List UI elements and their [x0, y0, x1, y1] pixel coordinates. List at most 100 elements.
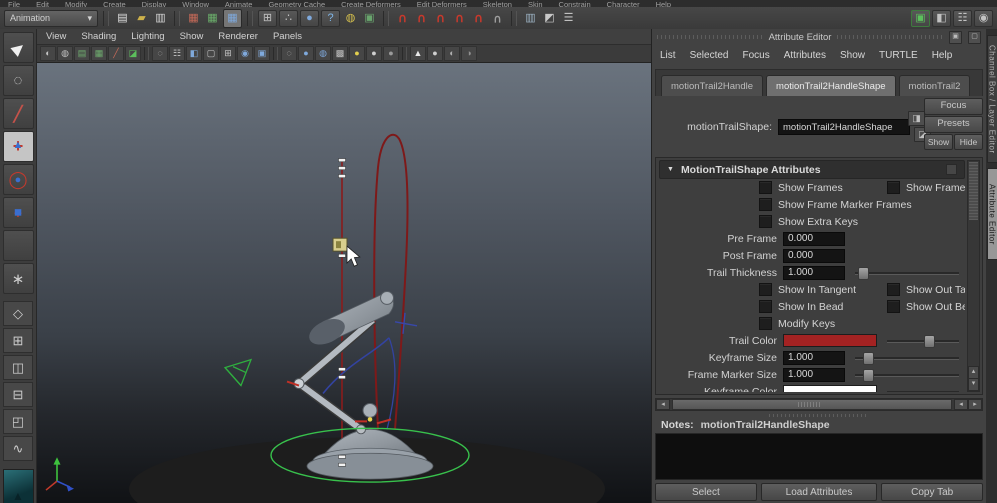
lasso-tool-button[interactable]: ◌: [3, 65, 34, 96]
selected-key-handle[interactable]: [333, 238, 347, 251]
vertical-scrollbar[interactable]: ▴ ▾: [967, 160, 980, 392]
section-handle-icon[interactable]: [946, 164, 957, 175]
ae-menu-list[interactable]: List: [660, 50, 676, 61]
copy-tab-button[interactable]: Copy Tab: [881, 483, 983, 501]
input-connections-icon[interactable]: ▥: [522, 10, 539, 27]
scroll-left-icon-2[interactable]: ◂: [954, 399, 968, 410]
pre-frame-input[interactable]: [783, 232, 845, 246]
show-manipulator-icon[interactable]: ▣: [911, 10, 930, 27]
select-button[interactable]: Select: [655, 483, 757, 501]
trail-color-swatch[interactable]: [783, 334, 877, 347]
menu-help[interactable]: Help: [656, 0, 671, 7]
soft-mod-tool-button[interactable]: ∗: [3, 263, 34, 294]
attribute-editor-titlebar[interactable]: Attribute Editor ▣ ▢: [652, 29, 986, 45]
show-frames-checkbox[interactable]: [759, 181, 772, 194]
layout-four-pane-button[interactable]: ⊞: [3, 328, 33, 353]
all-lights-icon[interactable]: ●: [349, 46, 365, 61]
layout-persp-outliner-button[interactable]: ◫: [3, 355, 33, 380]
resolution-gate-icon[interactable]: ☷: [169, 46, 185, 61]
select-hierarchy-icon[interactable]: ▦: [185, 10, 202, 27]
no-lights-icon[interactable]: ●: [383, 46, 399, 61]
layout-persp-graph-button[interactable]: ⊟: [3, 382, 33, 407]
layout-hypershade-button[interactable]: ◰: [3, 409, 33, 434]
layout-single-pane-button[interactable]: ◇: [3, 301, 33, 326]
show-out-tangent-checkbox[interactable]: [887, 283, 900, 296]
select-camera-icon[interactable]: ◐: [40, 46, 56, 61]
use-default-material-icon[interactable]: ▩: [332, 46, 348, 61]
bookmark-icon[interactable]: ▦: [91, 46, 107, 61]
lock-selection-icon[interactable]: ◍: [342, 10, 359, 27]
menu-skin[interactable]: Skin: [528, 0, 543, 7]
field-chart-icon[interactable]: ▢: [203, 46, 219, 61]
show-out-bead-checkbox[interactable]: [887, 300, 900, 313]
presets-button[interactable]: Presets: [924, 116, 983, 133]
keyframe-color-swatch[interactable]: [783, 385, 877, 392]
lock-camera-icon[interactable]: ◍: [57, 46, 73, 61]
menu-animate[interactable]: Animate: [225, 0, 253, 7]
textured-mode-icon[interactable]: ◍: [315, 46, 331, 61]
select-mask-hierarchy-icon[interactable]: ⊞: [258, 10, 277, 27]
trail-thickness-input[interactable]: [783, 266, 845, 280]
show-extra-keys-checkbox[interactable]: [759, 215, 772, 228]
render-thumbnail[interactable]: ▲: [3, 469, 34, 503]
keyframe-size-input[interactable]: [783, 351, 845, 365]
scroll-right-icon[interactable]: ▸: [968, 399, 982, 410]
select-tool-button[interactable]: ▶: [3, 32, 34, 63]
menu-display[interactable]: Display: [142, 0, 167, 7]
viewport-canvas[interactable]: [37, 63, 651, 503]
select-object-icon[interactable]: ▦: [204, 10, 221, 27]
menu-file[interactable]: File: [8, 0, 20, 7]
post-frame-input[interactable]: [783, 249, 845, 263]
ae-menu-focus[interactable]: Focus: [742, 50, 769, 61]
ae-menu-turtle[interactable]: TURTLE: [879, 50, 918, 61]
manipulator-center-dot[interactable]: [368, 417, 373, 422]
snap-to-point-icon[interactable]: ∪: [432, 10, 449, 27]
menu-geometry-cache[interactable]: Geometry Cache: [268, 0, 325, 7]
safe-title-icon[interactable]: ◉: [237, 46, 253, 61]
shaded-mode-icon[interactable]: ●: [298, 46, 314, 61]
menu-edit[interactable]: Edit: [36, 0, 49, 7]
menu-edit-deformers[interactable]: Edit Deformers: [417, 0, 467, 7]
hide-button[interactable]: Hide: [954, 134, 983, 150]
show-frame-numbers-checkbox[interactable]: [887, 181, 900, 194]
ae-menu-help[interactable]: Help: [932, 50, 953, 61]
menu-create-deformers[interactable]: Create Deformers: [341, 0, 401, 7]
select-mask-misc-icon[interactable]: ?: [321, 10, 340, 27]
joint-xray-icon[interactable]: ●: [427, 46, 443, 61]
menu-create[interactable]: Create: [103, 0, 126, 7]
vp-menu-shading[interactable]: Shading: [81, 31, 116, 42]
notes-drag-handle[interactable]: [769, 414, 869, 417]
show-button[interactable]: Show: [924, 134, 953, 150]
film-gate-icon[interactable]: ◌: [152, 46, 168, 61]
render-view-icon[interactable]: ◩: [541, 10, 558, 27]
safe-action-icon[interactable]: ⊞: [220, 46, 236, 61]
select-mask-points-icon[interactable]: ∴: [279, 10, 298, 27]
menu-skeleton[interactable]: Skeleton: [483, 0, 512, 7]
image-plane-icon[interactable]: ◪: [125, 46, 141, 61]
safe-display-icon[interactable]: ▣: [254, 46, 270, 61]
load-attributes-button[interactable]: Load Attributes: [761, 483, 878, 501]
modify-keys-checkbox[interactable]: [759, 317, 772, 330]
shape-name-input[interactable]: [778, 119, 910, 135]
show-in-tangent-checkbox[interactable]: [759, 283, 772, 296]
grease-pencil-icon[interactable]: ╱: [108, 46, 124, 61]
tab-motiontrail2[interactable]: motionTrail2: [899, 75, 971, 96]
focus-button[interactable]: Focus: [924, 98, 983, 115]
gate-mask-icon[interactable]: ◧: [186, 46, 202, 61]
attribute-editor-vertical-tab[interactable]: Attribute Editor: [987, 168, 997, 260]
panel-close-icon[interactable]: ▢: [968, 31, 981, 44]
select-mask-object-icon[interactable]: ●: [300, 10, 319, 27]
section-motiontrailshape-attributes[interactable]: ▼ MotionTrailShape Attributes: [659, 160, 965, 179]
make-live-icon[interactable]: ∪: [489, 10, 506, 27]
menu-modify[interactable]: Modify: [65, 0, 87, 7]
channel-box-toggle-icon[interactable]: ☷: [953, 10, 972, 27]
snap-to-projected-center-icon[interactable]: ∪: [451, 10, 468, 27]
exposure-icon[interactable]: ◑: [461, 46, 477, 61]
menu-window[interactable]: Window: [182, 0, 209, 7]
scroll-left-icon[interactable]: ◂: [656, 399, 670, 410]
snap-to-grid-icon[interactable]: ∪: [394, 10, 411, 27]
last-tool-slot[interactable]: [3, 230, 34, 261]
trail-thickness-slider[interactable]: [855, 266, 959, 279]
ae-menu-attributes[interactable]: Attributes: [784, 50, 826, 61]
scrollbar-thumb[interactable]: [969, 162, 978, 220]
